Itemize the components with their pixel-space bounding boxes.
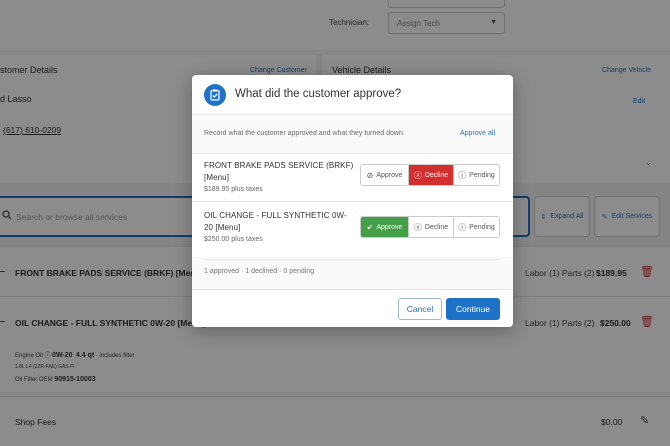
dialog-instructions: Record what the customer approved and wh…: [204, 130, 405, 137]
x-circle-icon: ⓧ: [413, 170, 422, 180]
pending-option[interactable]: ⓘ Pending: [454, 217, 499, 237]
approve-option[interactable]: ⊘ Approve: [361, 165, 409, 185]
pending-label: Pending: [469, 223, 495, 231]
dialog-body: Record what the customer approved and wh…: [192, 115, 513, 289]
approval-status-toggle: ⊘ Approve ⓧ Decline ⓘ Pending: [360, 164, 500, 186]
approval-summary: 1 approved · 1 declined · 0 pending: [204, 268, 315, 275]
item-price: $189.95 plus taxes: [204, 186, 263, 193]
approve-label: Approve: [376, 223, 403, 231]
decline-label: Decline: [424, 223, 449, 231]
approve-option[interactable]: ✔ Approve: [361, 217, 409, 237]
divider: [204, 259, 501, 260]
approve-label: Approve: [376, 171, 403, 179]
x-circle-icon: ⓧ: [413, 222, 422, 232]
approval-dialog: What did the customer approve? Record wh…: [192, 75, 513, 327]
pending-label: Pending: [469, 171, 495, 179]
approval-status-toggle: ✔ Approve ⓧ Decline ⓘ Pending: [360, 216, 500, 238]
question-circle-icon: ⓘ: [458, 222, 467, 232]
check-circle-icon: ⊘: [366, 170, 374, 180]
question-circle-icon: ⓘ: [458, 170, 467, 180]
decline-label: Decline: [424, 171, 449, 179]
decline-option[interactable]: ⓧ Decline: [409, 217, 454, 237]
dialog-footer: Cancel Continue: [192, 289, 513, 327]
item-price: $250.00 plus taxes: [204, 236, 263, 243]
clipboard-check-icon: [204, 84, 226, 106]
item-name: OIL CHANGE - FULL SYNTHETIC 0W-20 [Menu]: [204, 211, 347, 232]
dialog-title: What did the customer approve?: [235, 88, 402, 100]
decline-option[interactable]: ⓧ Decline: [409, 165, 454, 185]
check-circle-icon: ✔: [366, 222, 374, 232]
pending-option[interactable]: ⓘ Pending: [454, 165, 499, 185]
cancel-button[interactable]: Cancel: [398, 298, 442, 320]
item-name: FRONT BRAKE PADS SERVICE (BRKF) [Menu]: [204, 161, 354, 182]
approval-item: OIL CHANGE - FULL SYNTHETIC 0W-20 [Menu]…: [192, 201, 513, 257]
dialog-header: What did the customer approve?: [192, 75, 513, 115]
continue-button[interactable]: Continue: [446, 298, 500, 320]
approve-all-link[interactable]: Approve all: [460, 130, 495, 137]
